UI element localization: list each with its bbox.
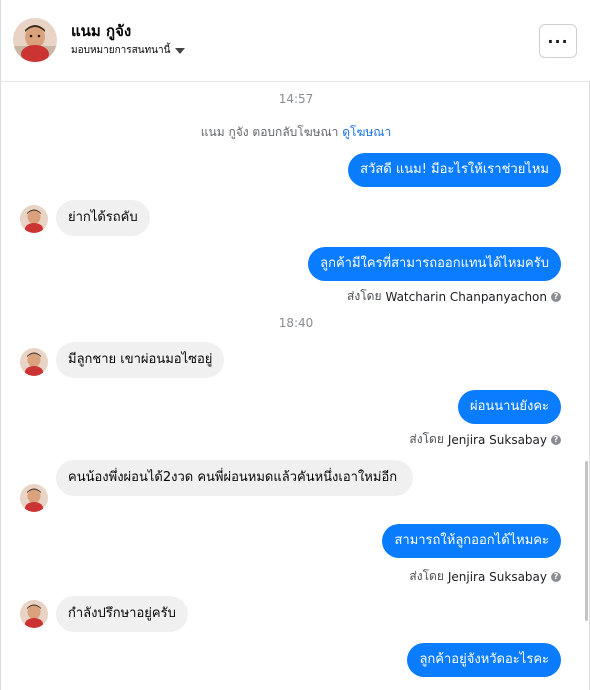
contact-avatar-small	[20, 484, 48, 512]
system-message: แนม กูจัง ตอบกลับโฆษณา ดูโฆษณา	[1, 123, 590, 142]
sender-name: Jenjira Suksabay	[447, 432, 547, 447]
incoming-message: กำลังปรึกษาอยู่ครับ	[56, 596, 188, 632]
timestamp: 18:40	[278, 316, 314, 330]
outgoing-message: ผ่อนนานยังคะ	[457, 390, 561, 425]
contact-avatar-small	[20, 600, 48, 628]
more-options-button[interactable]: ···	[539, 24, 577, 58]
sent-by-prefix: ส่งโดย	[347, 289, 382, 303]
conversation-panel: แนม กูจัง มอบหมายการสนทนานี้ ··· 14:57 แ…	[0, 0, 590, 690]
question-mark-icon[interactable]: ?	[551, 571, 561, 582]
contact-avatar-small	[20, 205, 48, 233]
system-message-text: แนม กูจัง ตอบกลับโฆษณา	[200, 125, 339, 139]
sender-name: Jenjira Suksabay	[447, 569, 547, 584]
outgoing-message: ลูกค้าอยู่จังหวัดอะไรคะ	[407, 643, 561, 678]
incoming-message: คนน้องพึ่งผ่อนได้2งวด คนพี่ผ่อนหมดแล้วคั…	[56, 460, 413, 496]
outgoing-message: สวัสดี แนม! มีอะไรให้เราช่วยไหม	[348, 153, 561, 188]
timestamp: 14:57	[278, 92, 314, 106]
contact-avatar-small	[20, 348, 48, 376]
incoming-message: มีลูกชาย เขาผ่อนมอไซอยู่	[56, 342, 225, 378]
caret-down-icon	[175, 48, 186, 54]
outgoing-message: สามารถให้ลูกออกได้ไหมคะ	[382, 524, 561, 559]
sent-by-prefix: ส่งโดย	[409, 432, 444, 446]
sent-by-line: ส่งโดย Jenjira Suksabay ?	[409, 567, 561, 586]
contact-name[interactable]: แนม กูจัง	[71, 19, 131, 43]
conversation-header: แนม กูจัง มอบหมายการสนทนานี้ ···	[1, 0, 590, 82]
incoming-message: ย่ากได้รถคับ	[56, 200, 150, 236]
contact-avatar[interactable]	[13, 18, 57, 62]
message-thread: 14:57 แนม กูจัง ตอบกลับโฆษณา ดูโฆษณา สวั…	[1, 83, 590, 690]
sender-name: Watcharin Chanpanyachon	[385, 289, 547, 304]
question-mark-icon[interactable]: ?	[551, 291, 561, 302]
view-ad-link[interactable]: ดูโฆษณา	[342, 125, 391, 139]
question-mark-icon[interactable]: ?	[551, 434, 561, 445]
assign-label: มอบหมายการสนทนานี้	[71, 45, 171, 56]
sent-by-line: ส่งโดย Jenjira Suksabay ?	[409, 430, 561, 449]
scrollbar[interactable]	[585, 461, 588, 621]
assign-conversation-dropdown[interactable]: มอบหมายการสนทนานี้	[71, 43, 186, 58]
sent-by-line: ส่งโดย Watcharin Chanpanyachon ?	[347, 287, 561, 306]
sent-by-prefix: ส่งโดย	[409, 569, 444, 583]
outgoing-message: ลูกค้ามีใครที่สามารถออกแทนได้ไหมครับ	[308, 247, 561, 282]
